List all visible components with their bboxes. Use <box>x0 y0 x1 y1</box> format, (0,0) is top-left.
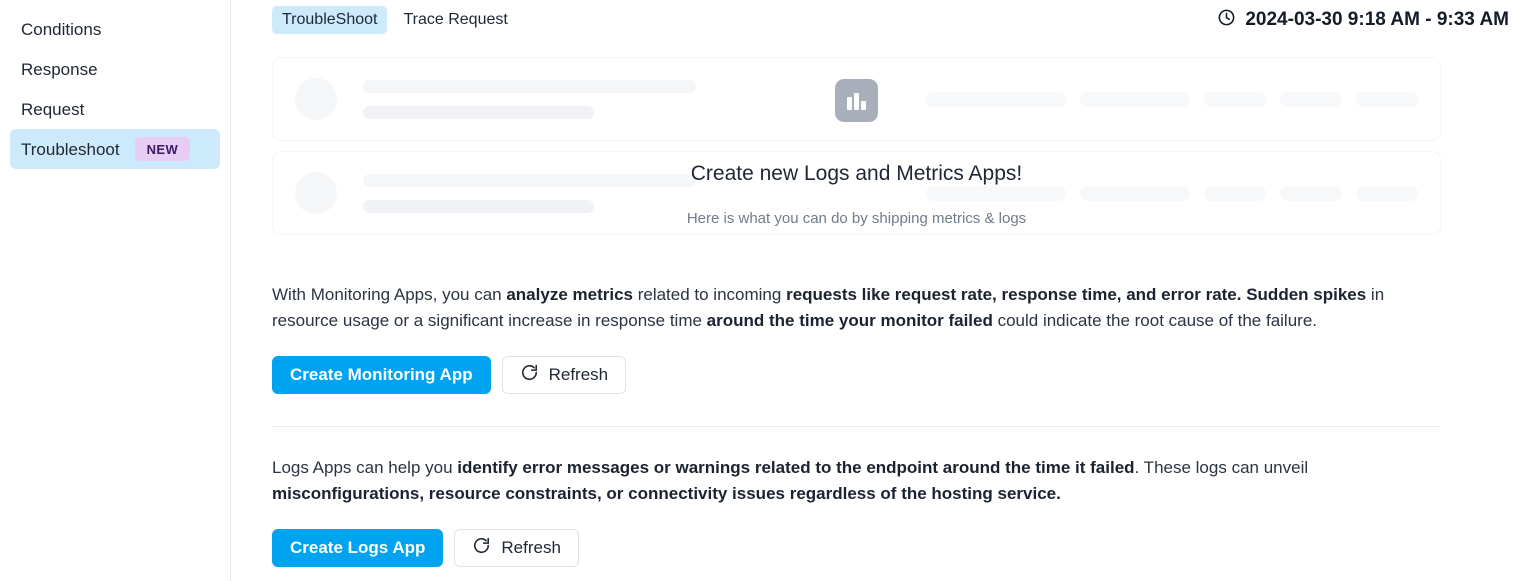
skeleton-row <box>295 172 1418 214</box>
refresh-logs-button[interactable]: Refresh <box>454 529 579 567</box>
skeleton-block <box>926 91 1066 107</box>
sidebar-item-response[interactable]: Response <box>10 49 220 89</box>
section-divider <box>272 426 1441 427</box>
troubleshoot-page: Conditions Response Request Troubleshoot… <box>0 0 1533 581</box>
tab-trace-request[interactable]: Trace Request <box>393 6 517 34</box>
logs-bold-2: misconfigurations, resource constraints,… <box>272 484 1061 503</box>
skeleton-block <box>1204 91 1266 107</box>
create-monitoring-app-button[interactable]: Create Monitoring App <box>272 356 491 394</box>
sidebar: Conditions Response Request Troubleshoot… <box>0 0 231 581</box>
skeleton-avatar <box>295 172 337 214</box>
refresh-label: Refresh <box>548 365 609 384</box>
sidebar-item-request[interactable]: Request <box>10 89 220 129</box>
skeleton-line <box>363 173 696 187</box>
main-content: TroubleShoot Trace Request 2024-03-30 9:… <box>231 0 1533 581</box>
metrics-actions: Create Monitoring App Refresh <box>272 356 1441 394</box>
metrics-text-4: could indicate the root cause of the fai… <box>992 311 1318 330</box>
skeleton-line <box>363 105 594 119</box>
time-range-picker[interactable]: 2024-03-30 9:18 AM - 9:33 AM <box>1217 8 1509 33</box>
sidebar-item-label: Conditions <box>21 19 102 39</box>
skeleton-block <box>1080 91 1190 107</box>
skeleton-block <box>1356 185 1418 201</box>
metrics-text-2: related to incoming <box>632 285 787 304</box>
skeleton-block <box>1280 91 1342 107</box>
metrics-description: With Monitoring Apps, you can analyze me… <box>272 282 1441 334</box>
skeleton-text-lines <box>363 173 900 213</box>
logs-text-2: . These logs can unveil <box>1134 458 1309 477</box>
logs-actions: Create Logs App Refresh <box>272 529 1441 567</box>
logs-text-1: Logs Apps can help you <box>272 458 458 477</box>
skeleton-avatar <box>295 78 337 120</box>
skeleton-card-bottom <box>272 151 1441 235</box>
empty-state-region: Create new Logs and Metrics Apps! Here i… <box>272 57 1441 235</box>
logs-bold-1: identify error messages or warnings rela… <box>457 458 1135 477</box>
logs-description: Logs Apps can help you identify error me… <box>272 455 1441 507</box>
sidebar-item-label: Troubleshoot <box>21 139 120 159</box>
metrics-text-1: With Monitoring Apps, you can <box>272 285 507 304</box>
sidebar-item-label: Request <box>21 99 85 119</box>
refresh-icon <box>472 536 491 560</box>
skeleton-block <box>1356 91 1418 107</box>
skeleton-card-top <box>272 57 1441 141</box>
refresh-metrics-button[interactable]: Refresh <box>501 356 627 394</box>
metrics-bold-2: requests like request rate, response tim… <box>786 285 1367 304</box>
skeleton-blocks <box>926 91 1418 107</box>
tab-list: TroubleShoot Trace Request <box>272 6 518 34</box>
metrics-bold-3: around the time your monitor failed <box>706 311 993 330</box>
refresh-icon <box>520 363 539 387</box>
skeleton-line <box>363 79 696 93</box>
skeleton-blocks <box>926 185 1418 201</box>
tab-troubleshoot[interactable]: TroubleShoot <box>272 6 388 34</box>
skeleton-block <box>926 185 1066 201</box>
refresh-label: Refresh <box>501 538 561 557</box>
content-area: Create new Logs and Metrics Apps! Here i… <box>231 57 1533 567</box>
skeleton-line <box>363 199 594 213</box>
topbar: TroubleShoot Trace Request 2024-03-30 9:… <box>231 0 1533 40</box>
sidebar-item-conditions[interactable]: Conditions <box>10 9 220 49</box>
new-badge: NEW <box>134 137 191 161</box>
skeleton-text-lines <box>363 79 900 119</box>
skeleton-row <box>295 78 1418 120</box>
create-logs-app-button[interactable]: Create Logs App <box>272 529 444 567</box>
tab-label: TroubleShoot <box>282 11 378 28</box>
time-range-label: 2024-03-30 9:18 AM - 9:33 AM <box>1245 9 1509 30</box>
skeleton-block <box>1080 185 1190 201</box>
tab-label: Trace Request <box>403 11 508 28</box>
metrics-bold-1: analyze metrics <box>506 285 633 304</box>
clock-icon <box>1217 8 1236 33</box>
skeleton-block <box>1280 185 1342 201</box>
skeleton-block <box>1204 185 1266 201</box>
sidebar-item-label: Response <box>21 59 98 79</box>
sidebar-item-troubleshoot[interactable]: Troubleshoot NEW <box>10 129 220 169</box>
